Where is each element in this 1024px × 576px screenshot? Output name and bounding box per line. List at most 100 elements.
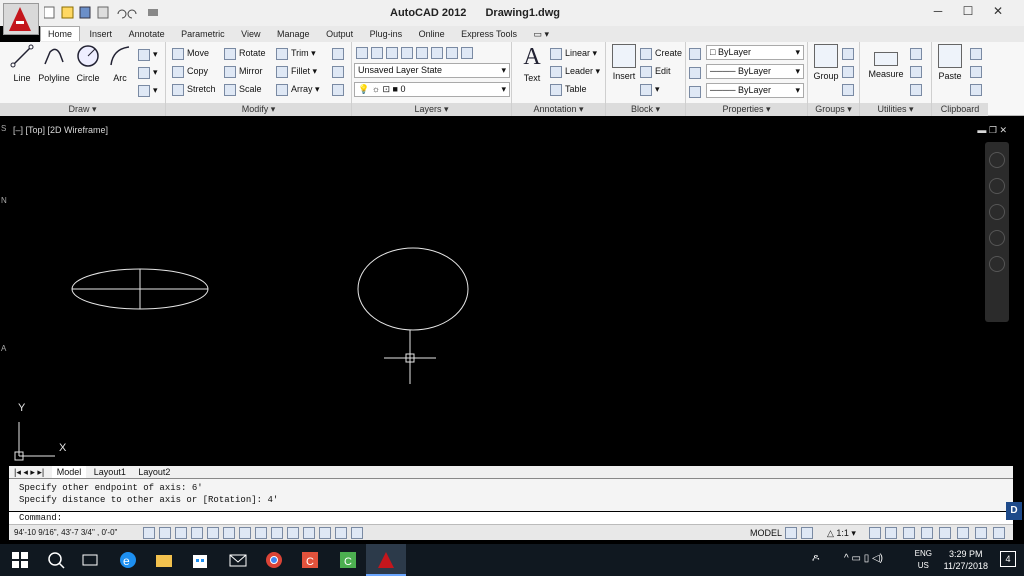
insert-button[interactable]: Insert bbox=[608, 44, 640, 81]
properties-panel-title[interactable]: Properties ▾ bbox=[686, 103, 807, 116]
quick-select-tool[interactable] bbox=[910, 45, 925, 61]
arc-button[interactable]: Arc bbox=[104, 44, 136, 83]
calculator-tool[interactable] bbox=[910, 81, 925, 97]
copy-clip-tool[interactable] bbox=[970, 63, 985, 79]
windows-start-icon[interactable] bbox=[10, 550, 30, 570]
mirror-tool[interactable]: Mirror bbox=[224, 63, 263, 79]
viewport-controls[interactable]: ▬ ❐ ✕ bbox=[977, 125, 1007, 136]
tab-parametric[interactable]: Parametric bbox=[174, 27, 232, 41]
drawing-viewport[interactable]: [–] [Top] [2D Wireframe] Y X ▬ ❐ ✕ bbox=[9, 122, 1013, 466]
rectangle-tool[interactable]: ▾ bbox=[138, 46, 158, 62]
block-panel-title[interactable]: Block ▾ bbox=[606, 103, 685, 116]
language-indicator[interactable]: ENG US bbox=[915, 548, 932, 572]
polar-icon[interactable] bbox=[191, 527, 203, 539]
tab-layout1[interactable]: Layout1 bbox=[89, 466, 131, 478]
otrack-icon[interactable] bbox=[239, 527, 251, 539]
erase-tool[interactable] bbox=[332, 45, 347, 61]
circle-button[interactable]: Circle bbox=[72, 44, 104, 83]
store-icon[interactable] bbox=[190, 550, 210, 570]
clock[interactable]: 3:29 PM 11/27/2018 bbox=[944, 548, 988, 572]
model-space-toggle[interactable]: MODEL bbox=[750, 525, 782, 541]
leader-tool[interactable]: Leader ▾ bbox=[550, 63, 600, 79]
layout-nav-arrows[interactable]: |◂ ◂ ▸ ▸| bbox=[9, 466, 49, 478]
tab-manage[interactable]: Manage bbox=[270, 27, 317, 41]
move-tool[interactable]: Move bbox=[172, 45, 209, 61]
polyline-button[interactable]: Polyline bbox=[38, 44, 70, 83]
tab-express-tools[interactable]: Express Tools bbox=[454, 27, 524, 41]
drawing-canvas[interactable] bbox=[9, 122, 1013, 466]
tab-view[interactable]: View bbox=[234, 27, 267, 41]
linetype-tool[interactable] bbox=[689, 64, 704, 80]
annotation-panel-title[interactable]: Annotation ▾ bbox=[512, 103, 605, 116]
layer-dropdown[interactable]: 💡 ☼ ⊡ ■ 0 bbox=[354, 82, 510, 97]
hatch-tool[interactable]: ▾ bbox=[138, 64, 158, 80]
ducs-icon[interactable] bbox=[255, 527, 267, 539]
utilities-panel-title[interactable]: Utilities ▾ bbox=[860, 103, 931, 116]
autocad-taskbar-button[interactable] bbox=[366, 544, 406, 576]
fillet-tool[interactable]: Fillet ▾ bbox=[276, 63, 317, 79]
tab-home[interactable]: Home bbox=[40, 26, 81, 41]
task-view-icon[interactable] bbox=[80, 550, 100, 570]
tab-annotate[interactable]: Annotate bbox=[122, 27, 172, 41]
explode-tool[interactable] bbox=[332, 63, 347, 79]
chrome-icon[interactable] bbox=[264, 550, 284, 570]
annotation-scale[interactable]: △ 1:1 ▾ bbox=[827, 525, 856, 541]
modify-panel-title[interactable]: Modify ▾ bbox=[166, 103, 351, 116]
measure-button[interactable]: Measure bbox=[864, 44, 908, 79]
file-explorer-icon[interactable] bbox=[154, 550, 174, 570]
camtasia-icon[interactable]: C bbox=[300, 550, 320, 570]
copy-tool[interactable]: Copy bbox=[172, 63, 208, 79]
ribbon-minimize-icon[interactable]: ▭ ▾ bbox=[527, 27, 557, 42]
application-menu-button[interactable] bbox=[3, 3, 39, 35]
annotation-visibility-icon[interactable] bbox=[869, 527, 881, 539]
zoom-icon[interactable] bbox=[989, 204, 1005, 220]
snap-icon[interactable] bbox=[143, 527, 155, 539]
quick-access-toolbar[interactable] bbox=[44, 6, 174, 20]
clipboard-panel-title[interactable]: Clipboard bbox=[932, 103, 988, 116]
quick-view-drawings-icon[interactable] bbox=[801, 527, 813, 539]
attribute-tool[interactable]: ▾ bbox=[640, 81, 660, 97]
ellipse-horizontal[interactable] bbox=[71, 268, 209, 310]
annotation-monitor-icon[interactable] bbox=[351, 527, 363, 539]
create-block-tool[interactable]: Create bbox=[640, 45, 682, 61]
orbit-icon[interactable] bbox=[989, 230, 1005, 246]
isolate-objects-icon[interactable] bbox=[957, 527, 969, 539]
osnap-icon[interactable] bbox=[207, 527, 219, 539]
viewport-label[interactable]: [–] [Top] [2D Wireframe] bbox=[13, 125, 108, 135]
layers-panel-title[interactable]: Layers ▾ bbox=[352, 103, 511, 116]
tab-layout2[interactable]: Layout2 bbox=[133, 466, 175, 478]
lineweight-dropdown[interactable]: ──── ByLayer bbox=[706, 83, 804, 98]
selection-cycling-icon[interactable] bbox=[335, 527, 347, 539]
steering-wheel-icon[interactable] bbox=[989, 152, 1005, 168]
system-tray-icons[interactable]: ^ ▭ ▯ ◁) bbox=[844, 553, 883, 564]
rotate-tool[interactable]: Rotate bbox=[224, 45, 266, 61]
group-button[interactable]: Group bbox=[810, 44, 842, 81]
clean-screen-icon[interactable] bbox=[993, 527, 1005, 539]
group-edit-tool[interactable] bbox=[842, 63, 857, 79]
tab-plugins[interactable]: Plug-ins bbox=[363, 27, 410, 41]
close-button[interactable]: ✕ bbox=[984, 4, 1012, 22]
array-tool[interactable]: Array ▾ bbox=[276, 81, 320, 97]
lineweight-tool[interactable] bbox=[689, 83, 704, 99]
select-all-tool[interactable] bbox=[910, 63, 925, 79]
text-button[interactable]: A Text bbox=[516, 44, 548, 83]
stretch-tool[interactable]: Stretch bbox=[172, 81, 216, 97]
edge-browser-icon[interactable]: e bbox=[118, 550, 138, 570]
ellipse-vertical[interactable] bbox=[357, 247, 469, 331]
showmotion-icon[interactable] bbox=[989, 256, 1005, 272]
hardware-acceleration-icon[interactable] bbox=[939, 527, 951, 539]
mail-icon[interactable] bbox=[228, 550, 248, 570]
tab-model[interactable]: Model bbox=[51, 466, 87, 478]
maximize-button[interactable]: ☐ bbox=[954, 4, 982, 22]
layer-state-dropdown[interactable]: Unsaved Layer State bbox=[354, 63, 510, 78]
workspace-switch-icon[interactable] bbox=[903, 527, 915, 539]
dyn-icon[interactable] bbox=[271, 527, 283, 539]
match-properties-tool[interactable] bbox=[689, 45, 704, 61]
line-button[interactable]: Line bbox=[6, 44, 38, 83]
copy-base-tool[interactable] bbox=[970, 81, 985, 97]
lweight-icon[interactable] bbox=[287, 527, 299, 539]
3dosnap-icon[interactable] bbox=[223, 527, 235, 539]
edit-block-tool[interactable]: Edit bbox=[640, 63, 671, 79]
grid-icon[interactable] bbox=[159, 527, 171, 539]
offset-tool[interactable] bbox=[332, 81, 347, 97]
